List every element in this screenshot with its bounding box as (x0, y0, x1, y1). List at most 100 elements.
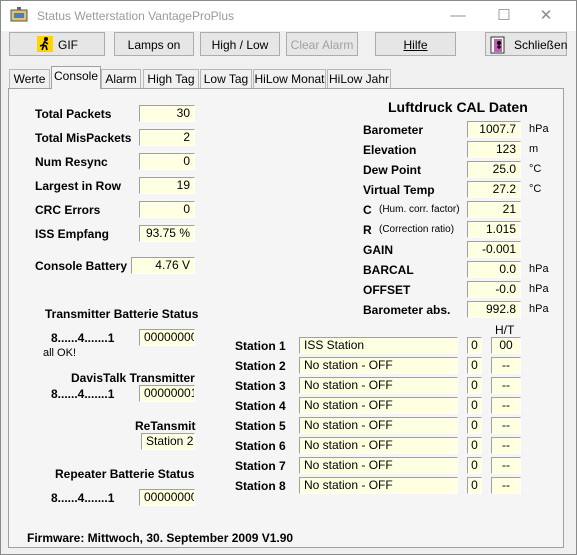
retransmit-value: Station 2 (141, 433, 195, 450)
retransmit-title: ReTansmit (135, 419, 196, 433)
station-name-field: No station - OFF (299, 457, 458, 474)
ht-header: H/T (495, 323, 515, 337)
barometer-row-sublabel: (Correction ratio) (379, 224, 455, 235)
transmitter-status-text: all OK! (43, 347, 77, 359)
crc-errors-value: 0 (139, 201, 195, 218)
console-battery-value: 4.76 V (131, 257, 195, 274)
barometer-row-sublabel: (Hum. corr. factor) (379, 204, 460, 215)
station-number-field: 0 (467, 437, 482, 454)
barometer-row-label: Elevation (363, 143, 417, 157)
station-name-field: ISS Station (299, 337, 458, 354)
barometer-row-value: 27.2 (467, 181, 521, 198)
high-low-button[interactable]: High / Low (200, 32, 280, 56)
station-name-field: No station - OFF (299, 437, 458, 454)
largest-in-row-value: 19 (139, 177, 195, 194)
tab-hilow-monat[interactable]: HiLow Monat (253, 69, 326, 88)
davistalk-title: DavisTalk Transmitter (71, 371, 195, 385)
station-name-field: No station - OFF (299, 397, 458, 414)
barometer-row-value: 25.0 (467, 161, 521, 178)
barometer-row-value: 992.8 (467, 301, 521, 318)
station-ht-field: -- (491, 457, 521, 474)
barometer-row-unit: °C (529, 163, 542, 175)
transmitter-battery-title: Transmitter Batterie Status (45, 307, 199, 321)
minimize-icon[interactable]: — (435, 1, 481, 31)
station-number-field: 0 (467, 477, 482, 494)
help-button[interactable]: Hilfe (375, 32, 456, 56)
barometer-row-unit: hPa (529, 303, 549, 315)
barometer-row-value: 0.0 (467, 261, 521, 278)
door-exit-icon (490, 36, 505, 54)
station-name-field: No station - OFF (299, 357, 458, 374)
station-ht-field: -- (491, 417, 521, 434)
running-man-icon (37, 36, 53, 52)
tab-alarm[interactable]: Alarm (101, 69, 141, 88)
tab-werte[interactable]: Werte (9, 69, 50, 88)
barometer-row-value: 1007.7 (467, 121, 521, 138)
station-ht-field: 00 (491, 337, 521, 354)
transmitter-bits-label: 8......4.......1 (51, 331, 115, 345)
station-ht-field: -- (491, 477, 521, 494)
station-number-field: 0 (467, 417, 482, 434)
barometer-row-label: Virtual Temp (363, 183, 435, 197)
total-packets-value: 30 (139, 105, 195, 122)
weather-station-app-icon (10, 7, 28, 22)
status-window: Status Wetterstation VantageProPlus — ☐ … (0, 0, 577, 555)
repeater-bits-label: 8......4.......1 (51, 491, 115, 505)
davistalk-bits-label: 8......4.......1 (51, 387, 115, 401)
tab-low-tag[interactable]: Low Tag (200, 69, 252, 88)
barometer-row-unit: hPa (529, 263, 549, 275)
lamps-on-button[interactable]: Lamps on (114, 32, 194, 56)
help-label: Hilfe (403, 38, 428, 52)
station-label: Station 6 (235, 439, 286, 453)
station-ht-field: -- (491, 377, 521, 394)
title-bar: Status Wetterstation VantageProPlus — ☐ … (1, 1, 576, 31)
barometer-row-unit: hPa (529, 123, 549, 135)
tab-hilow-jahr[interactable]: HiLow Jahr (327, 69, 391, 88)
barometer-row-unit: m (529, 143, 539, 155)
station-number-field: 0 (467, 397, 482, 414)
repeater-battery-title: Repeater Batterie Status (55, 467, 195, 481)
barometer-row-value: 1.015 (467, 221, 521, 238)
station-label: Station 5 (235, 419, 286, 433)
station-label: Station 4 (235, 399, 286, 413)
barometer-row-label: BARCAL (363, 263, 414, 277)
station-number-field: 0 (467, 377, 482, 394)
total-mispackets-value: 2 (139, 129, 195, 146)
station-name-field: No station - OFF (299, 477, 458, 494)
barometer-row-unit: °C (529, 183, 542, 195)
firmware-text: Firmware: Mittwoch, 30. September 2009 V… (27, 531, 294, 545)
maximize-icon[interactable]: ☐ (481, 1, 527, 31)
iss-empfang-label: ISS Empfang (35, 227, 110, 241)
barometer-row-value: -0.001 (467, 241, 521, 258)
barometer-row-label: R (363, 223, 372, 237)
station-number-field: 0 (467, 357, 482, 374)
tab-high-tag[interactable]: High Tag (143, 69, 199, 88)
total-mispackets-label: Total MisPackets (35, 131, 132, 145)
transmitter-battery-value: 00000000 (139, 329, 195, 346)
clear-alarm-button[interactable]: Clear Alarm (286, 32, 358, 56)
station-ht-field: -- (491, 357, 521, 374)
repeater-battery-value: 00000000 (139, 489, 195, 506)
barometer-row-label: Barometer (363, 123, 424, 137)
barometer-row-label: C (363, 203, 372, 217)
barometer-row-label: OFFSET (363, 283, 411, 297)
largest-in-row-label: Largest in Row (35, 179, 122, 193)
barometer-row-value: 21 (467, 201, 521, 218)
station-label: Station 7 (235, 459, 286, 473)
close-window-icon[interactable]: ✕ (523, 1, 569, 31)
station-label: Station 3 (235, 379, 286, 393)
barometer-section-title: Luftdruck CAL Daten (388, 99, 528, 115)
barometer-row-value: 123 (467, 141, 521, 158)
close-button[interactable]: Schließen (485, 32, 567, 56)
crc-errors-label: CRC Errors (35, 203, 101, 217)
close-label: Schließen (514, 38, 568, 52)
station-ht-field: -- (491, 397, 521, 414)
barometer-row-label: Barometer abs. (363, 303, 451, 317)
tab-console[interactable]: Console (51, 66, 101, 89)
total-packets-label: Total Packets (35, 107, 112, 121)
num-resync-label: Num Resync (35, 155, 108, 169)
gif-label: GIF (58, 38, 78, 52)
gif-button[interactable]: GIF (9, 32, 105, 56)
davistalk-value: 00000001 (139, 385, 195, 402)
window-title: Status Wetterstation VantageProPlus (37, 9, 234, 23)
